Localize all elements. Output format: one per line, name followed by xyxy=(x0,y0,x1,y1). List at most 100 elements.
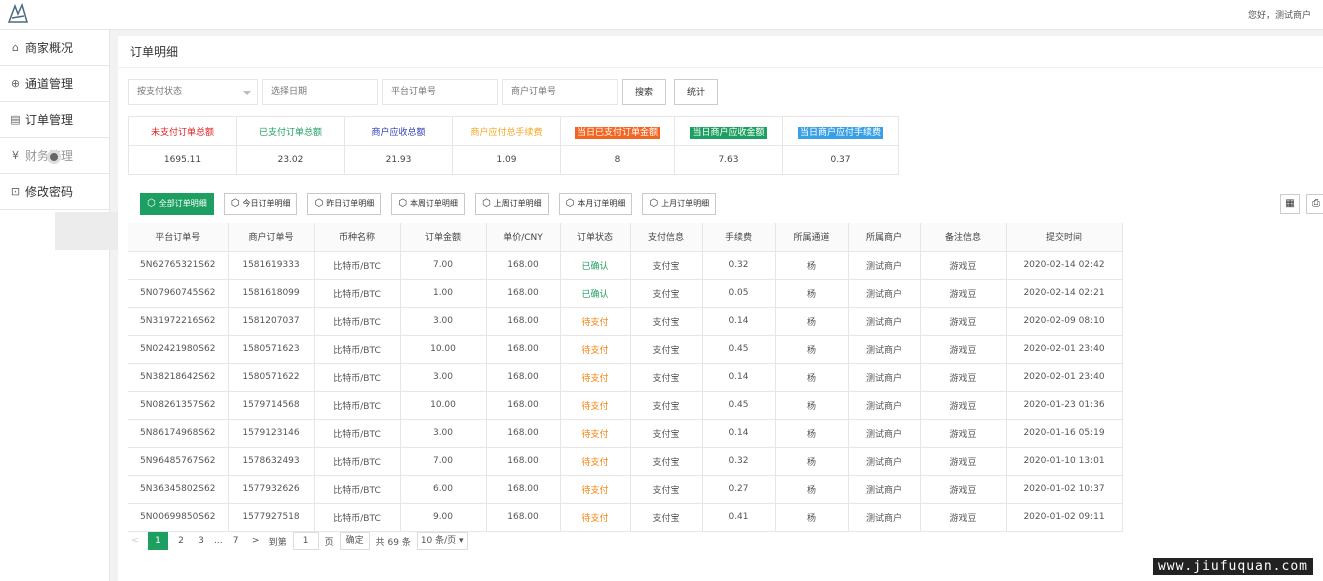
date-input[interactable]: 选择日期 xyxy=(262,79,378,105)
range-button-all[interactable]: ⬡ 全部订单明细 xyxy=(140,193,214,215)
range-button-last-month[interactable]: ⬡ 上月订单明细 xyxy=(642,193,717,215)
table-cell: 测试商户 xyxy=(848,391,921,420)
sidebar-item-overview[interactable]: ⌂ 商家概况 xyxy=(0,30,109,66)
table-cell: 游戏豆 xyxy=(920,475,1007,504)
summary-header-cell: 当日商户应付手续费 xyxy=(782,116,899,146)
table-cell: 0.05 xyxy=(702,279,776,308)
summary-value: 8 xyxy=(560,145,675,175)
merchant-order-input[interactable]: 商户订单号 xyxy=(502,79,618,105)
table-row[interactable]: 5N86174968S62 1579123146 比特币/BTC 3.00 168.00… xyxy=(128,419,1123,448)
table-cell: 测试商户 xyxy=(848,447,921,476)
range-button-this-week[interactable]: ⬡ 本周订单明细 xyxy=(391,193,465,215)
table-cell: 待支付 xyxy=(560,419,631,448)
column-header[interactable]: 所属通道 xyxy=(775,223,849,252)
table-cell: 168.00 xyxy=(486,307,561,336)
column-header[interactable]: 支付信息 xyxy=(630,223,703,252)
table-cell: 5N31972216S62 xyxy=(128,307,229,336)
orders-table: 平台订单号 商户订单号 币种名称 订单金额 单价/CNY 订单状态 支付信息 手… xyxy=(128,223,1123,532)
range-button-today[interactable]: ⬡ 今日订单明细 xyxy=(223,193,298,215)
table-row[interactable]: 5N02421980S62 1580571623 比特币/BTC 10.00 168.0… xyxy=(128,335,1123,364)
platform-order-input[interactable]: 平台订单号 xyxy=(382,79,498,105)
table-cell: 支付宝 xyxy=(630,335,703,364)
table-cell: 5N07960745S62 xyxy=(128,279,229,308)
table-row[interactable]: 5N31972216S62 1581207037 比特币/BTC 3.00 168.00… xyxy=(128,307,1123,336)
column-header[interactable]: 单价/CNY xyxy=(486,223,561,252)
columns-icon[interactable]: ▦ xyxy=(1280,194,1300,214)
table-cell: 比特币/BTC xyxy=(314,279,401,308)
table-cell: 游戏豆 xyxy=(920,503,1007,532)
table-cell: 0.41 xyxy=(702,503,776,532)
table-cell: 比特币/BTC xyxy=(314,251,401,280)
column-header[interactable]: 所属商户 xyxy=(848,223,921,252)
table-cell: 已确认 xyxy=(560,251,631,280)
wuxia-logo-icon[interactable] xyxy=(6,2,30,26)
table-cell: 1580571623 xyxy=(228,335,315,364)
page-button-3[interactable]: 3 xyxy=(194,532,208,550)
column-header[interactable]: 商户订单号 xyxy=(228,223,315,252)
cube-icon: ⬡ xyxy=(314,198,324,209)
merchant-order-placeholder: 商户订单号 xyxy=(511,87,557,97)
column-header[interactable]: 平台订单号 xyxy=(128,223,229,252)
range-button-last-week[interactable]: ⬡ 上周订单明细 xyxy=(474,193,549,215)
table-cell: 支付宝 xyxy=(630,279,703,308)
summary-header-label: 当日商户应收金额 xyxy=(690,126,767,139)
cube-icon: ⬡ xyxy=(565,198,575,209)
orders-table-body: 5N62765321S62 1581619333 比特币/BTC 7.00 168.00… xyxy=(128,251,1123,532)
range-button-this-month[interactable]: ⬡ 本月订单明细 xyxy=(558,193,633,215)
table-row[interactable]: 5N38218642S62 1580571622 比特币/BTC 3.00 168.00… xyxy=(128,363,1123,392)
table-cell: 支付宝 xyxy=(630,503,703,532)
range-button-group: ⬡ 全部订单明细 ⬡ 今日订单明细 ⬡ 昨日订单明细 ⬡ 本周订单明细 ⬡ 上周订单明细 … xyxy=(140,193,717,215)
table-row[interactable]: 5N08261357S62 1579714568 比特币/BTC 10.00 168.0… xyxy=(128,391,1123,420)
prev-page-button[interactable]: < xyxy=(128,532,142,550)
column-header[interactable]: 提交时间 xyxy=(1006,223,1123,252)
sidebar-item-password[interactable]: ⊡ 修改密码 xyxy=(0,174,109,210)
table-cell: 杨 xyxy=(775,307,849,336)
goto-confirm-button[interactable]: 确定 xyxy=(339,532,370,550)
column-header[interactable]: 币种名称 xyxy=(314,223,401,252)
payment-status-select[interactable]: 按支付状态 xyxy=(128,79,258,105)
table-cell: 比特币/BTC xyxy=(314,475,401,504)
range-button-label: 今日订单明细 xyxy=(242,199,291,208)
cube-icon: ⬡ xyxy=(398,198,407,209)
next-page-button[interactable]: > xyxy=(249,532,263,550)
search-button[interactable]: 搜索 xyxy=(622,79,667,105)
page-button-1[interactable]: 1 xyxy=(148,532,168,550)
stats-button[interactable]: 统计 xyxy=(674,79,719,105)
page-size-select[interactable]: 10 条/页 ▾ xyxy=(416,532,468,550)
table-cell: 支付宝 xyxy=(630,475,703,504)
table-cell: 7.00 xyxy=(400,251,487,280)
sidebar-item-channels[interactable]: ⊕ 通道管理 xyxy=(0,66,109,102)
payment-status-value: 按支付状态 xyxy=(137,87,183,97)
table-cell: 支付宝 xyxy=(630,363,703,392)
table-cell: 杨 xyxy=(775,503,849,532)
table-cell: 杨 xyxy=(775,363,849,392)
sidebar-item-orders[interactable]: ▤ 订单管理 xyxy=(0,102,109,138)
table-row[interactable]: 5N36345802S62 1577932626 比特币/BTC 6.00 168.00… xyxy=(128,475,1123,504)
column-header[interactable]: 订单金额 xyxy=(400,223,487,252)
table-cell: 168.00 xyxy=(486,447,561,476)
column-header[interactable]: 备注信息 xyxy=(920,223,1007,252)
table-cell: 2020-02-01 23:40 xyxy=(1006,335,1123,364)
sidebar: ⌂ 商家概况 ⊕ 通道管理 ▤ 订单管理 ¥ 财务管理 ⊡ 修改密码 xyxy=(0,30,110,581)
page-ellipsis: ... xyxy=(214,536,223,546)
print-icon[interactable]: ⎙ xyxy=(1306,194,1323,214)
table-row[interactable]: 5N62765321S62 1581619333 比特币/BTC 7.00 168.00… xyxy=(128,251,1123,280)
table-cell: 游戏豆 xyxy=(920,447,1007,476)
table-row[interactable]: 5N00699850S62 1577927518 比特币/BTC 9.00 168.00… xyxy=(128,503,1123,532)
table-cell: 待支付 xyxy=(560,335,631,364)
table-cell: 待支付 xyxy=(560,447,631,476)
table-cell: 2020-01-02 09:11 xyxy=(1006,503,1123,532)
column-header[interactable]: 手续费 xyxy=(702,223,776,252)
page-button-last[interactable]: 7 xyxy=(229,532,243,550)
table-row[interactable]: 5N07960745S62 1581618099 比特币/BTC 1.00 168.00… xyxy=(128,279,1123,308)
range-button-yesterday[interactable]: ⬡ 昨日订单明细 xyxy=(307,193,382,215)
table-row[interactable]: 5N96485767S62 1578632493 比特币/BTC 7.00 168.00… xyxy=(128,447,1123,476)
table-cell: 比特币/BTC xyxy=(314,363,401,392)
summary-value: 23.02 xyxy=(236,145,345,175)
table-cell: 168.00 xyxy=(486,475,561,504)
goto-page-input[interactable]: 1 xyxy=(292,532,319,550)
summary-value: 1.09 xyxy=(452,145,561,175)
page-button-2[interactable]: 2 xyxy=(174,532,188,550)
user-greeting[interactable]: 您好，测试商户 xyxy=(1248,8,1311,21)
column-header[interactable]: 订单状态 xyxy=(560,223,631,252)
